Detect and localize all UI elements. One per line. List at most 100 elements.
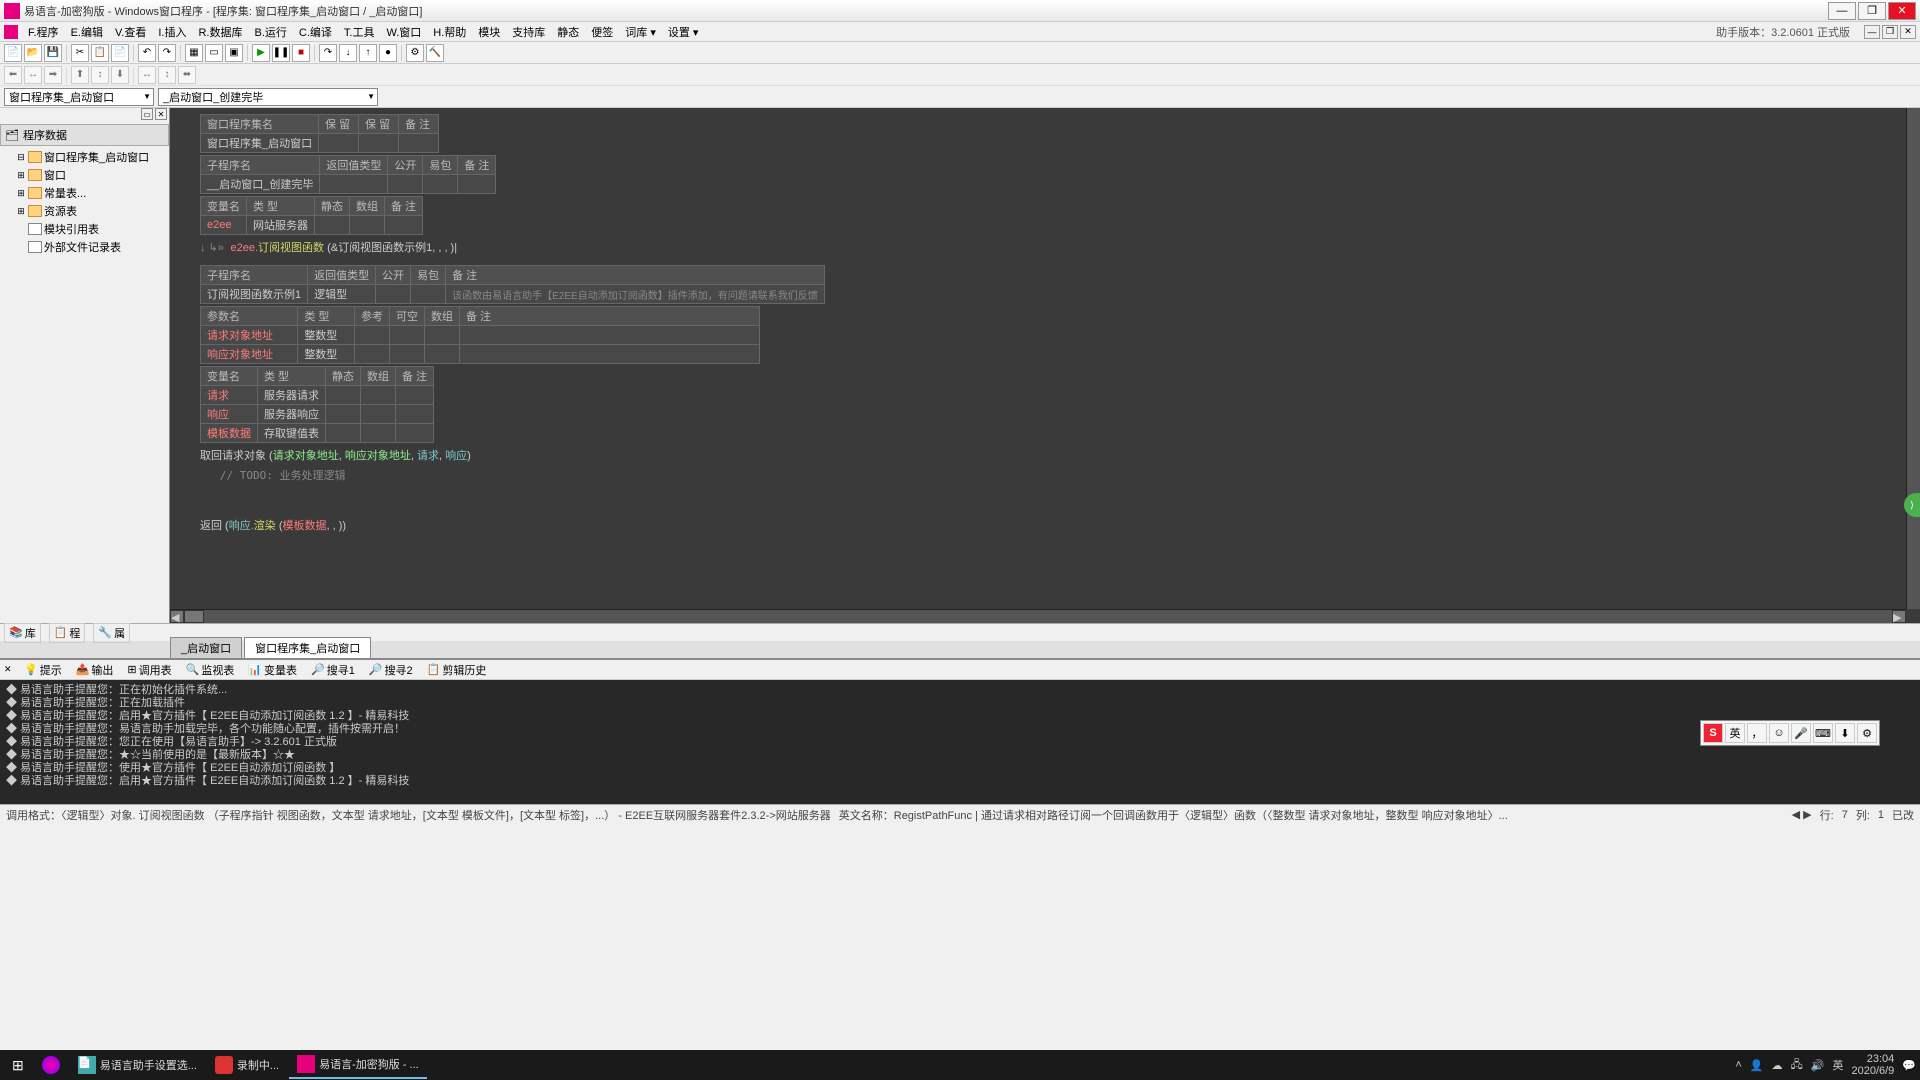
window-icon[interactable]: ▭ [205,44,223,62]
tray-people-icon[interactable]: 👤 [1750,1059,1764,1072]
task-elang[interactable]: 易语言-加密狗版 - ... [289,1051,427,1079]
ime-settings-icon[interactable]: ⚙ [1857,723,1877,743]
tree-node[interactable]: ⊞常量表... [0,184,169,202]
output-tab-watch[interactable]: 🔍监视表 [180,660,241,680]
tray-cloud-icon[interactable]: ☁ [1772,1059,1783,1072]
output-close-icon[interactable]: ✕ [4,664,16,675]
undo-icon[interactable]: ↶ [138,44,156,62]
align-center-icon[interactable]: ↔ [24,66,42,84]
ime-logo-icon[interactable]: S [1703,723,1723,743]
output-tab-tip[interactable]: 💡提示 [18,660,68,680]
menu-item[interactable]: 便签 [585,25,619,41]
method-combo[interactable]: _启动窗口_创建完毕 [158,88,378,106]
build-icon[interactable]: 🔨 [426,44,444,62]
stop-icon[interactable]: ■ [292,44,310,62]
menu-item[interactable]: 静态 [551,25,585,41]
save-icon[interactable]: 💾 [44,44,62,62]
tab-lib[interactable]: 📚 库 [4,623,41,643]
tray-up-icon[interactable]: ˄ [1735,1059,1741,1071]
output-tab-search1[interactable]: 🔎搜寻1 [305,660,361,680]
start-button[interactable]: ⊞ [4,1051,32,1079]
tree-node[interactable]: 模块引用表 [0,220,169,238]
compile-icon[interactable]: ⚙ [406,44,424,62]
tree-node[interactable]: ⊞窗口 [0,166,169,184]
open-icon[interactable]: 📂 [24,44,42,62]
status-arrows[interactable]: ◀ ▶ [1792,808,1812,821]
menu-item[interactable]: B.运行 [248,25,292,41]
tray-ime[interactable]: 英 [1832,1057,1843,1073]
menu-item[interactable]: I.插入 [152,25,192,41]
output-tab-clip[interactable]: 📋剪辑历史 [421,660,493,680]
tree-node[interactable]: 外部文件记录表 [0,238,169,256]
breakpoint-icon[interactable]: ● [379,44,397,62]
same-width-icon[interactable]: ↔ [138,66,156,84]
task-helper[interactable]: 📄易语言助手设置选... [70,1051,205,1079]
tab-window[interactable]: _启动窗口 [170,637,242,658]
sidebar-float-icon[interactable]: ▭ [141,108,153,120]
class-combo[interactable]: 窗口程序集_启动窗口 [4,88,154,106]
same-size-icon[interactable]: ⬌ [178,66,196,84]
menu-item[interactable]: 词库 ▾ [619,25,662,41]
maximize-button[interactable]: ❐ [1858,2,1886,20]
output-tab-search2[interactable]: 🔎搜寻2 [363,660,419,680]
editor-hscroll[interactable]: ◀ ▶ [170,609,1906,623]
ime-keyboard-icon[interactable]: ⌨ [1813,723,1833,743]
system-tray[interactable]: ˄ 👤 ☁ 🖧 🔊 英 23:04 2020/6/9 💬 [1735,1053,1916,1077]
menu-item[interactable]: R.数据库 [192,25,248,41]
tray-notifications-icon[interactable]: 💬 [1902,1059,1916,1072]
paste-icon[interactable]: 📄 [111,44,129,62]
tray-volume-icon[interactable]: 🔊 [1811,1059,1825,1072]
step-out-icon[interactable]: ↑ [359,44,377,62]
ime-punct[interactable]: ， [1747,723,1767,743]
tree-node[interactable]: ⊞资源表 [0,202,169,220]
code-call-line[interactable]: ↓ ↳» e2ee.订阅视图函数 (&订阅视图函数示例1, , , )| [200,237,1890,257]
copy-icon[interactable]: 📋 [91,44,109,62]
code-return-line[interactable]: 返回 (响应.渲染 (模板数据, , )) [200,515,1890,535]
project-tree[interactable]: ⊟窗口程序集_启动窗口⊞窗口⊞常量表...⊞资源表模块引用表外部文件记录表 [0,146,169,258]
ime-emoji-icon[interactable]: ☺ [1769,723,1789,743]
sidebar-close-icon[interactable]: ✕ [155,108,167,120]
output-tab-vars[interactable]: 📊变量表 [242,660,303,680]
grid-icon[interactable]: ▦ [185,44,203,62]
minimize-button[interactable]: — [1828,2,1856,20]
tray-clock[interactable]: 23:04 2020/6/9 [1851,1053,1894,1077]
step-over-icon[interactable]: ↷ [319,44,337,62]
form-icon[interactable]: ▣ [225,44,243,62]
pause-icon[interactable]: ❚❚ [272,44,290,62]
mdi-restore-button[interactable]: ❐ [1882,25,1898,39]
code-body-line[interactable]: 取回请求对象 (请求对象地址, 响应对象地址, 请求, 响应) [200,445,1890,465]
scroll-left-icon[interactable]: ◀ [170,610,184,623]
ime-voice-icon[interactable]: 🎤 [1791,723,1811,743]
code-comment-line[interactable]: // TODO: 业务处理逻辑 [200,465,1890,485]
menu-item[interactable]: 设置 ▾ [662,25,705,41]
menu-item[interactable]: T.工具 [338,25,381,41]
tab-assembly[interactable]: 窗口程序集_启动窗口 [244,637,371,658]
mdi-close-button[interactable]: ✕ [1900,25,1916,39]
ime-toolbar[interactable]: S 英 ， ☺ 🎤 ⌨ ⬇ ⚙ [1700,720,1880,746]
menu-item[interactable]: 模块 [472,25,506,41]
menu-item[interactable]: 支持库 [506,25,551,41]
close-button[interactable]: ✕ [1888,2,1916,20]
step-into-icon[interactable]: ↓ [339,44,357,62]
output-tab-output[interactable]: 📤输出 [70,660,120,680]
menu-item[interactable]: F.程序 [22,25,65,41]
align-right-icon[interactable]: ➡ [44,66,62,84]
menu-item[interactable]: C.编译 [293,25,338,41]
cortana-button[interactable] [34,1051,68,1079]
menu-item[interactable]: H.帮助 [427,25,472,41]
new-icon[interactable]: 📄 [4,44,22,62]
ime-lang[interactable]: 英 [1725,723,1745,743]
mdi-minimize-button[interactable]: — [1864,25,1880,39]
align-top-icon[interactable]: ⬆ [71,66,89,84]
tab-prog[interactable]: 📋 程 [49,623,86,643]
align-bottom-icon[interactable]: ⬇ [111,66,129,84]
scroll-thumb[interactable] [184,610,204,623]
align-left-icon[interactable]: ⬅ [4,66,22,84]
same-height-icon[interactable]: ↕ [158,66,176,84]
redo-icon[interactable]: ↷ [158,44,176,62]
scroll-right-icon[interactable]: ▶ [1892,610,1906,623]
tree-node[interactable]: ⊟窗口程序集_启动窗口 [0,148,169,166]
output-content[interactable]: ◆ 易语言助手提醒您：正在初始化插件系统...◆ 易语言助手提醒您：正在加载插件… [0,680,1920,804]
menu-item[interactable]: V.查看 [109,25,152,41]
tab-prop[interactable]: 🔧 属 [93,623,130,643]
